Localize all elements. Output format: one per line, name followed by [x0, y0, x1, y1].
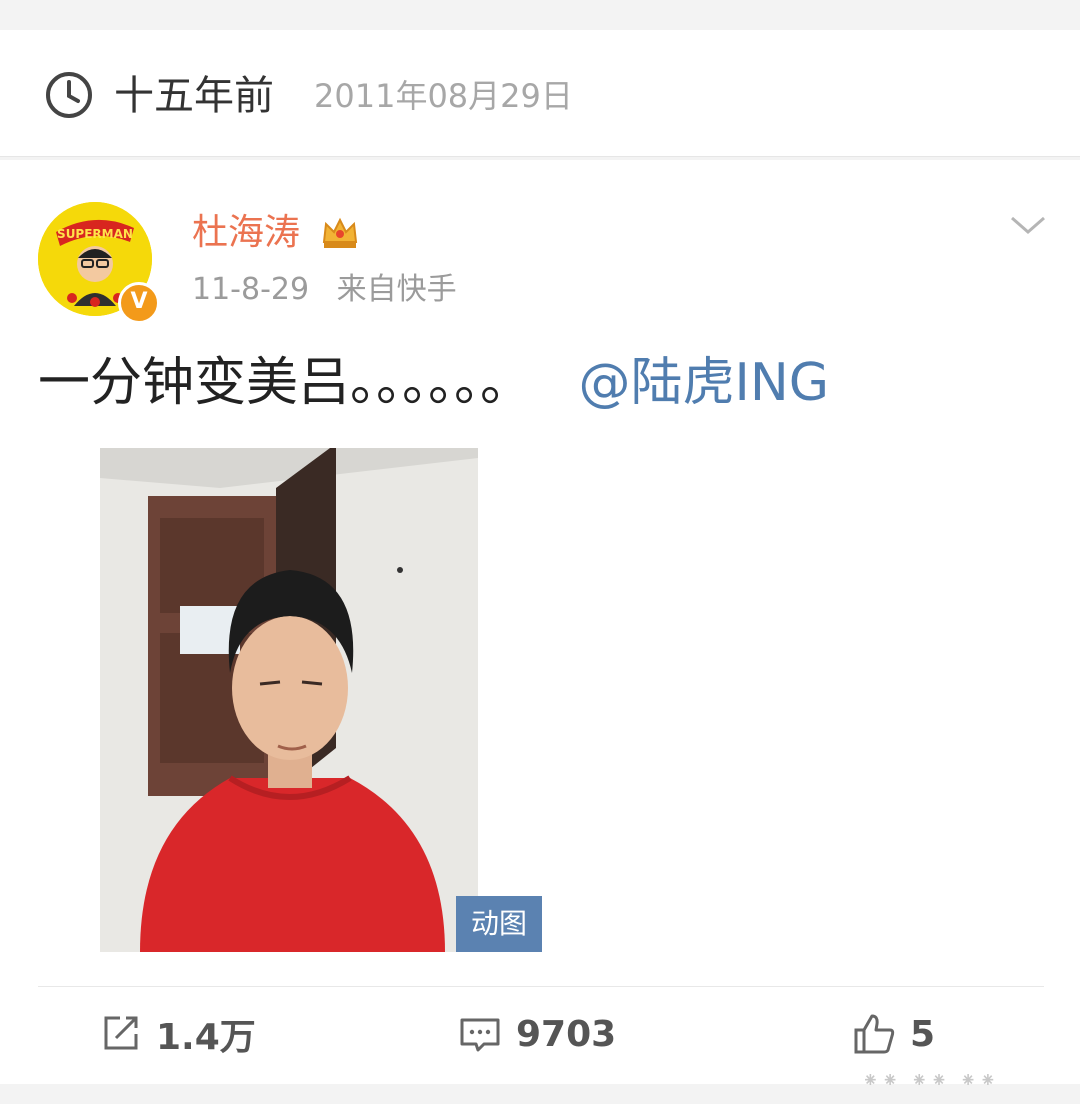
like-button[interactable]: 5	[852, 1008, 935, 1060]
post-meta: 11-8-29 来自快手	[192, 268, 457, 312]
post-date: 2011年08月29日	[314, 77, 573, 115]
repost-button[interactable]: 1.4万	[98, 1008, 256, 1060]
divider	[38, 986, 1044, 987]
gif-badge: 动图	[456, 896, 542, 952]
watermark: ⁕⁕ ⁕⁕ ⁕⁕	[862, 1068, 1000, 1092]
post-text: 一分钟变美吕。。。。。。 @陆虎ING	[38, 346, 829, 420]
gif-photo	[100, 448, 478, 952]
post-gif-image[interactable]	[100, 448, 478, 952]
weibo-post-card: SUPERMAN V 杜海涛 11-8-29 来自快手 一分钟变美吕。。。。。。…	[0, 160, 1080, 1084]
time-ago-label: 十五年前	[114, 73, 274, 119]
username[interactable]: 杜海涛	[192, 208, 300, 258]
comment-count: 9703	[516, 1013, 617, 1055]
mention-link[interactable]: @陆虎ING	[579, 353, 830, 413]
avatar-logo-text: SUPERMAN	[57, 227, 133, 241]
memory-header: 十五年前 2011年08月29日	[0, 30, 1080, 157]
clock-icon	[46, 72, 92, 118]
chevron-down-icon[interactable]	[1008, 210, 1048, 240]
thumbs-up-icon	[854, 1014, 895, 1054]
post-timestamp: 11-8-29	[192, 272, 310, 307]
crown-icon	[322, 217, 358, 248]
repost-count: 1.4万	[156, 1017, 256, 1058]
comment-icon	[460, 1018, 500, 1052]
comment-button[interactable]: 9703	[458, 1008, 616, 1060]
like-count: 5	[910, 1013, 936, 1055]
repost-icon	[104, 1016, 138, 1050]
post-source: 来自快手	[336, 272, 457, 307]
post-body: 一分钟变美吕。。。。。。	[38, 353, 533, 413]
verified-badge-icon: V	[118, 282, 160, 324]
